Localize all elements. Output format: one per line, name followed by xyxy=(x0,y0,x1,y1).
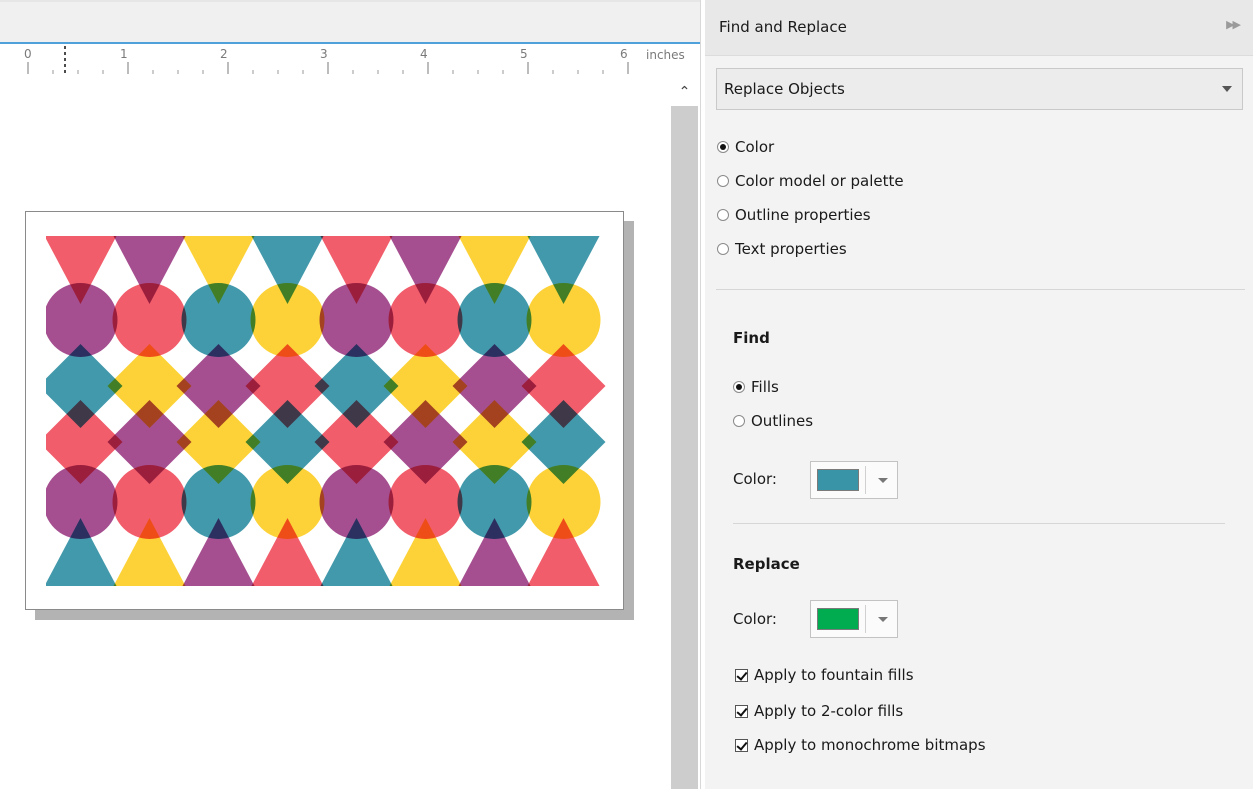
replace-color-label: Color: xyxy=(733,610,777,628)
docker-title: Find and Replace xyxy=(719,18,847,36)
checkbox-box xyxy=(735,668,748,682)
find-color-label: Color: xyxy=(733,470,777,488)
chevron-down-icon[interactable] xyxy=(878,478,888,483)
radio-label: Outlines xyxy=(751,412,814,430)
find-and-replace-docker: Find and Replace ▶▶ Replace Objects Colo… xyxy=(705,0,1253,789)
radio-indicator xyxy=(717,243,729,255)
radio-indicator xyxy=(717,175,729,187)
replace-mode-dropdown[interactable]: Replace Objects xyxy=(716,68,1243,110)
horizontal-ruler[interactable]: 0 1 2 3 4 5 6 inches xyxy=(0,44,700,78)
radio-color-model-or-palette[interactable]: Color model or palette xyxy=(717,170,904,192)
vertical-scrollbar[interactable]: ⌃ xyxy=(671,78,698,789)
checkbox-apply-to-fountain-fills[interactable]: Apply to fountain fills xyxy=(735,664,914,686)
ruler-ticks xyxy=(27,46,629,76)
radio-label: Color model or palette xyxy=(735,172,904,190)
ruler-number: 0 xyxy=(24,47,32,61)
radio-indicator xyxy=(717,209,729,221)
docker-header: Find and Replace ▶▶ xyxy=(705,0,1253,56)
checkbox-label: Apply to fountain fills xyxy=(754,666,914,684)
checkbox-box xyxy=(735,738,748,752)
canvas-toolbar-strip xyxy=(0,0,700,44)
find-section-title: Find xyxy=(733,329,770,347)
checkbox-box xyxy=(735,704,748,718)
ruler-number: 3 xyxy=(320,47,328,61)
radio-outline-properties[interactable]: Outline properties xyxy=(717,204,871,226)
checkbox-label: Apply to monochrome bitmaps xyxy=(754,736,986,754)
chevron-down-icon xyxy=(1222,86,1232,92)
find-color-picker[interactable] xyxy=(810,461,898,499)
scroll-up-arrow-icon[interactable]: ⌃ xyxy=(671,78,698,106)
radio-color[interactable]: Color xyxy=(717,136,774,158)
picker-separator xyxy=(865,605,866,633)
drawing-canvas[interactable]: 0 1 2 3 4 5 6 inches ⌃ xyxy=(0,0,705,789)
ruler-number: 1 xyxy=(120,47,128,61)
find-color-swatch[interactable] xyxy=(817,469,859,491)
replace-mode-value: Replace Objects xyxy=(724,80,845,98)
radio-indicator xyxy=(717,141,729,153)
checkbox-apply-to-monochrome-bitmaps[interactable]: Apply to monochrome bitmaps xyxy=(735,734,986,756)
radio-text-properties[interactable]: Text properties xyxy=(717,238,847,260)
replace-color-picker[interactable] xyxy=(810,600,898,638)
replace-color-swatch[interactable] xyxy=(817,608,859,630)
geometric-pattern-artwork[interactable] xyxy=(46,236,606,588)
chevron-down-icon[interactable] xyxy=(878,617,888,622)
radio-label: Text properties xyxy=(735,240,847,258)
checkbox-apply-to-2-color-fills[interactable]: Apply to 2-color fills xyxy=(735,700,903,722)
radio-label: Outline properties xyxy=(735,206,871,224)
replace-section-title: Replace xyxy=(733,555,800,573)
ruler-unit-label: inches xyxy=(646,48,685,62)
ruler-number: 4 xyxy=(420,47,428,61)
section-divider xyxy=(733,523,1225,524)
section-divider xyxy=(716,289,1245,290)
checkbox-label: Apply to 2-color fills xyxy=(754,702,904,720)
ruler-number: 5 xyxy=(520,47,528,61)
radio-fills[interactable]: Fills xyxy=(733,376,779,398)
radio-label: Fills xyxy=(751,378,779,396)
picker-separator xyxy=(865,466,866,494)
ruler-number: 2 xyxy=(220,47,228,61)
radio-outlines[interactable]: Outlines xyxy=(733,410,813,432)
ruler-number: 6 xyxy=(620,47,628,61)
radio-indicator xyxy=(733,381,745,393)
scrollbar-track[interactable] xyxy=(671,106,698,789)
radio-label: Color xyxy=(735,138,775,156)
radio-indicator xyxy=(733,415,745,427)
collapse-docker-icon[interactable]: ▶▶ xyxy=(1226,18,1241,31)
document-page[interactable] xyxy=(25,211,624,610)
